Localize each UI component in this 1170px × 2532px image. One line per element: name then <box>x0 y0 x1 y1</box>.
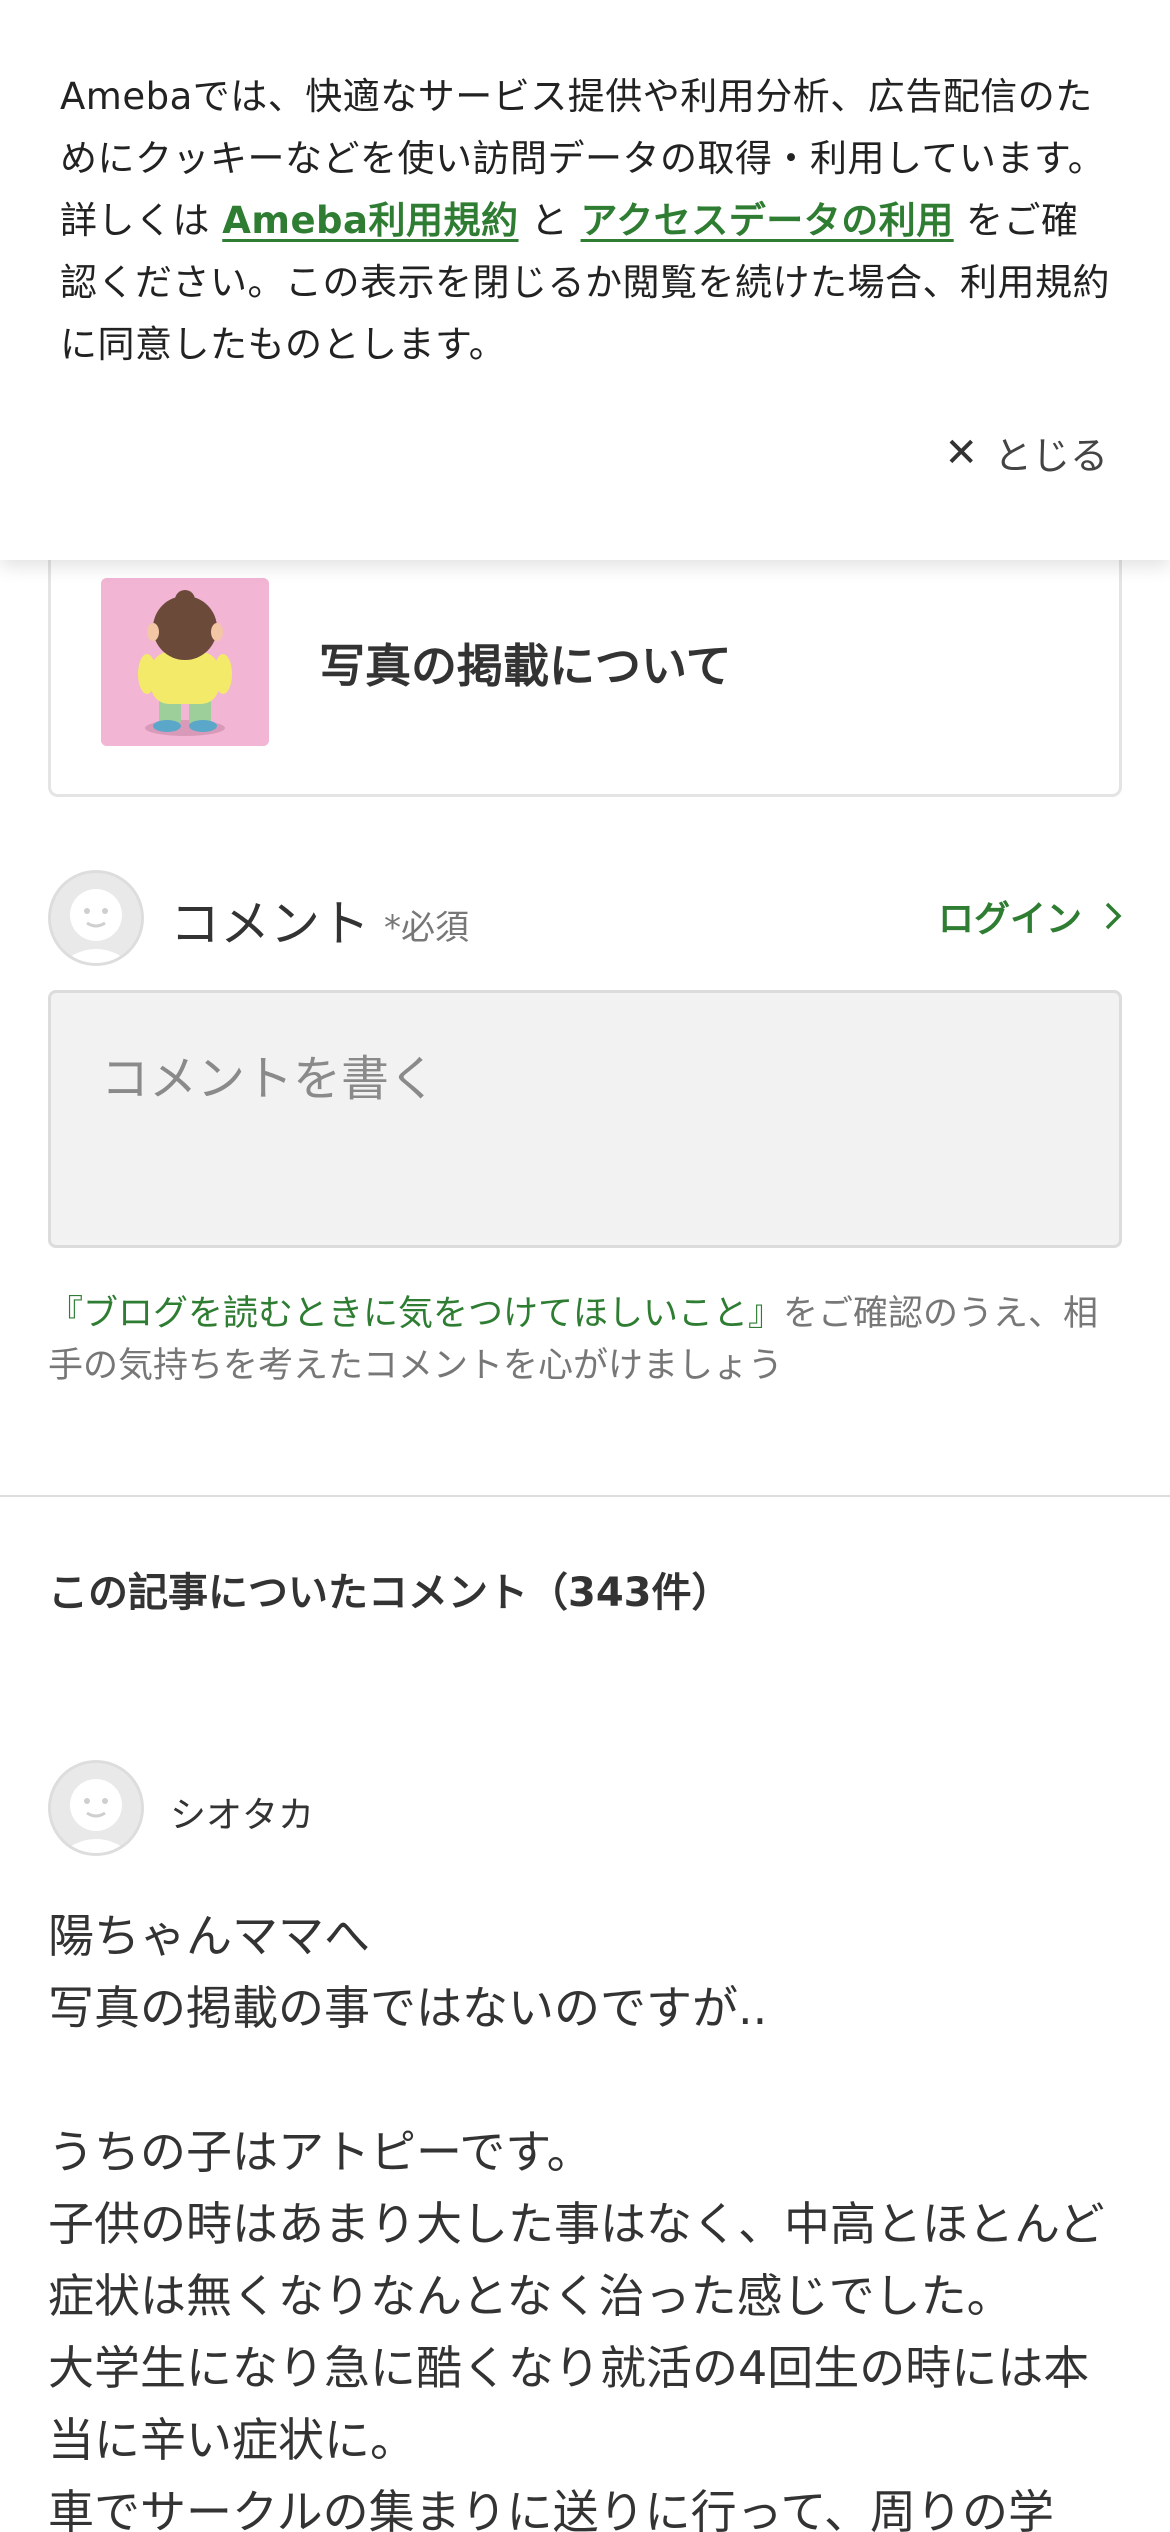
terms-link[interactable]: Ameba利用規約 <box>222 199 518 242</box>
divider <box>0 1495 1170 1497</box>
close-icon: ✕ <box>944 429 978 476</box>
cookie-text-and: と <box>518 199 581 242</box>
comments-heading: この記事についたコメント（343件） <box>48 1570 732 1616</box>
theme-thumbnail <box>101 578 269 746</box>
login-label: ログイン <box>937 899 1082 940</box>
avatar <box>48 1760 144 1856</box>
comment-notice: 『ブログを読むときに気をつけてほしいこと』をご確認のうえ、相手の気持ちを考えたコ… <box>48 1288 1122 1392</box>
comment-body: 陽ちゃんママへ 写真の掲載の事ではないのですが.. うちの子はアトピーです。 子… <box>48 1909 1105 2532</box>
chevron-right-icon <box>1105 902 1122 930</box>
guideline-link[interactable]: 『ブログを読むときに気をつけてほしいこと』 <box>48 1294 783 1334</box>
cookie-banner: Amebaでは、快適なサービス提供や利用分析、広告配信のためにクッキーなどを使い… <box>0 0 1170 560</box>
comment-input[interactable] <box>48 990 1122 1248</box>
default-avatar-icon <box>51 1763 141 1853</box>
theme-title: 写真の掲載について <box>319 639 732 693</box>
child-illustration-icon <box>101 578 269 746</box>
avatar <box>48 870 144 966</box>
theme-card[interactable]: 写真の掲載について <box>48 540 1122 797</box>
cookie-notice-text: Amebaでは、快適なサービス提供や利用分析、広告配信のためにクッキーなどを使い… <box>60 66 1110 376</box>
commenter[interactable]: シオタカ <box>48 1760 648 1856</box>
required-mark: *必須 <box>384 908 469 948</box>
access-data-link[interactable]: アクセスデータの利用 <box>581 199 954 242</box>
comment-form-header: コメント *必須 ログイン <box>48 870 1122 966</box>
comment-label: コメント <box>170 895 370 953</box>
default-avatar-icon <box>51 873 141 963</box>
login-link[interactable]: ログイン <box>938 890 1122 942</box>
close-label: とじる <box>993 434 1108 478</box>
cookie-close-button[interactable]: ✕ とじる <box>944 425 1108 480</box>
commenter-name[interactable]: シオタカ <box>170 1786 314 1838</box>
